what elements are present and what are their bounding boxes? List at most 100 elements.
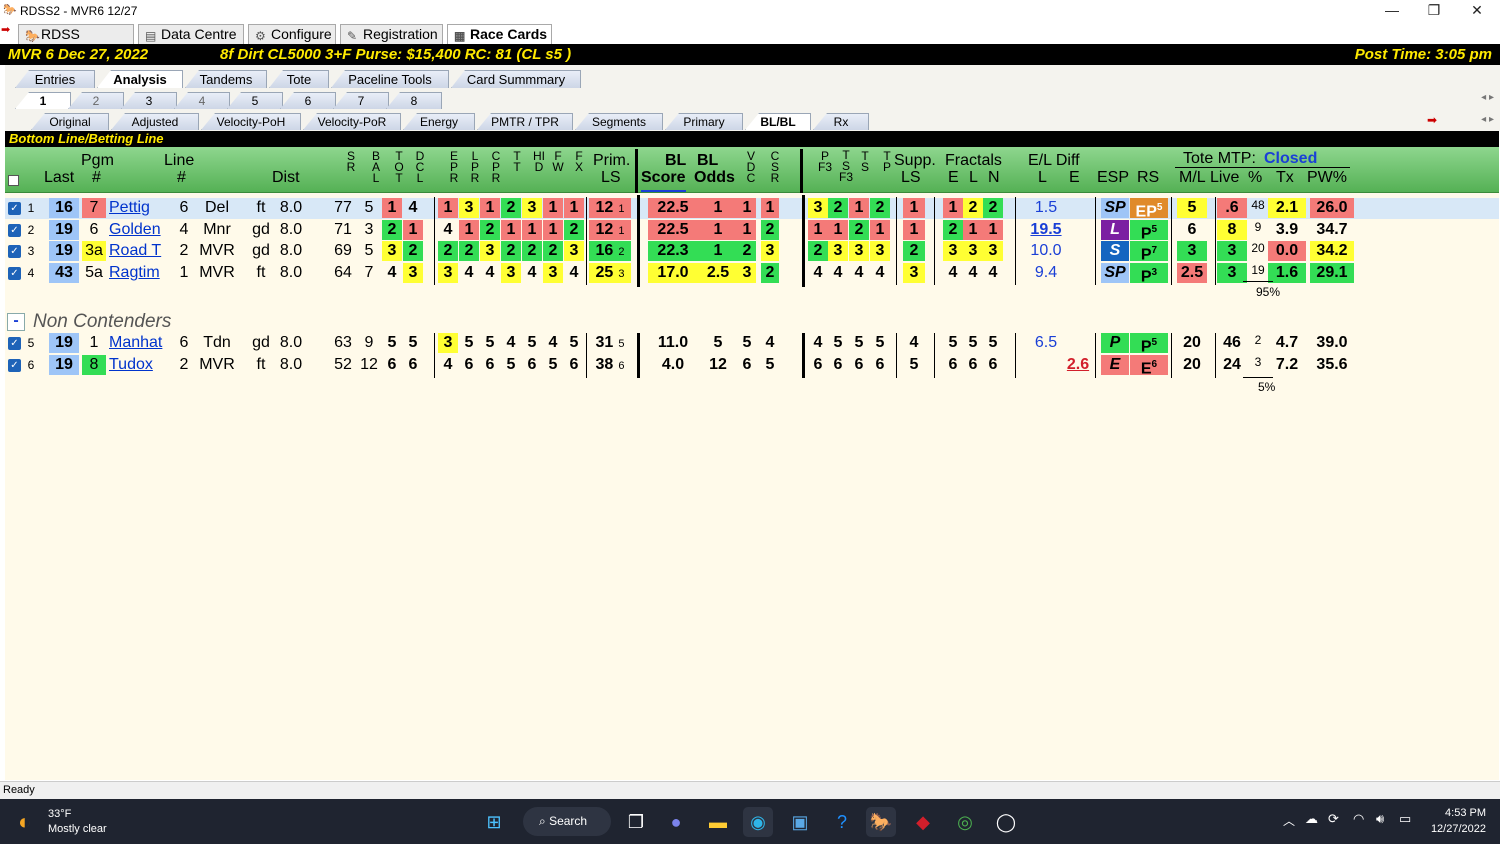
tab-card-summary[interactable]: Card Summmary — [451, 70, 581, 88]
cell-name[interactable]: Pettig — [109, 198, 171, 218]
cell-tp: 2 — [870, 198, 890, 218]
export-icon[interactable]: ➡ — [1427, 113, 1437, 127]
sub-tab-energy[interactable]: Energy — [403, 113, 475, 130]
cell-fe: 4 — [948, 263, 958, 281]
task-view-icon[interactable]: ❐ — [621, 807, 651, 837]
race-tab-8[interactable]: 8 — [386, 92, 442, 109]
scroll-arrows-icon[interactable]: ◂ ▸ — [1481, 114, 1494, 125]
sub-tab-segments[interactable]: Segments — [575, 113, 663, 130]
sub-tab-primary[interactable]: Primary — [665, 113, 743, 130]
table-row[interactable]: ✓ 2 19 6 Golden 4 Mnr gd 8.0 71 3 2 1 4 1 2 1 1 1 2 12 1 22.5 1… — [5, 219, 1499, 242]
chat-icon[interactable]: ● — [661, 807, 691, 837]
start-icon[interactable]: ⊞ — [479, 807, 509, 837]
cell-cpr: 6 — [485, 356, 495, 373]
cloud-icon[interactable]: ☁ — [1305, 811, 1318, 827]
race-tab-6[interactable]: 6 — [280, 92, 336, 109]
select-all-checkbox[interactable] — [8, 175, 19, 186]
cell-name[interactable]: Golden — [109, 220, 171, 240]
wifi-icon[interactable]: ◠ — [1353, 811, 1364, 827]
app-icon-2[interactable]: ◯ — [991, 807, 1021, 837]
horse-name-link[interactable]: Golden — [109, 221, 161, 238]
cell-ell — [1025, 355, 1067, 375]
table-row[interactable]: ✓ 4 43 5a Ragtim 1 MVR ft 8.0 64 7 4 3 3 4 4 3 4 3 4 25 3 17.0… — [5, 262, 1499, 285]
race-tab-1[interactable]: 1 — [15, 92, 71, 109]
minimize-icon[interactable]: — — [1370, 0, 1414, 20]
prim-ls-rank: 3 — [618, 267, 625, 280]
mcafee-icon[interactable]: ◆ — [908, 807, 938, 837]
horse-name-link[interactable]: Manhat — [109, 334, 162, 351]
cell-name[interactable]: Tudox — [109, 355, 171, 375]
row-checkbox[interactable]: ✓ — [8, 223, 21, 237]
cell-name[interactable]: Road T — [109, 241, 171, 261]
race-tab-5[interactable]: 5 — [227, 92, 283, 109]
tab-entries[interactable]: Entries — [15, 70, 95, 88]
cell-pgm: 1 — [89, 334, 99, 351]
horse-name-link[interactable]: Tudox — [109, 356, 153, 373]
cell-tsf3: 3 — [828, 241, 848, 261]
clock-time[interactable]: 4:53 PM — [1430, 807, 1486, 819]
folder-icon[interactable]: ▬ — [703, 807, 733, 837]
cell-name[interactable]: Manhat — [109, 333, 171, 353]
weather-icon[interactable]: ◐ — [18, 809, 31, 835]
tab-configure[interactable]: ⚙ Configure — [248, 24, 336, 44]
cell-cpr: 2 — [480, 219, 500, 240]
horse-name-link[interactable]: Ragtim — [109, 264, 160, 281]
sub-tab-bl-bl[interactable]: BL/BL — [745, 113, 811, 130]
tab-tandems[interactable]: Tandems — [185, 70, 267, 88]
collapse-toggle[interactable]: - — [7, 313, 25, 331]
cell-ts: 2 — [849, 219, 869, 240]
horse-name-link[interactable]: Pettig — [109, 199, 150, 216]
cell-ts: 6 — [854, 356, 864, 373]
horse-name-link[interactable]: Road T — [109, 242, 161, 259]
sub-tab-rx[interactable]: Rx — [813, 113, 869, 130]
cell-name[interactable]: Ragtim — [109, 263, 171, 283]
edge-icon[interactable]: ◉ — [743, 807, 773, 837]
race-tab-2[interactable]: 2 — [68, 92, 124, 109]
clock-date[interactable]: 12/27/2022 — [1420, 823, 1486, 835]
tab-data-centre[interactable]: ▤ Data Centre — [138, 24, 244, 44]
rdss-app-icon[interactable]: 🐎 — [866, 807, 896, 837]
chevron-up-icon[interactable]: ︿ — [1283, 812, 1295, 829]
row-checkbox[interactable]: ✓ — [8, 245, 21, 258]
close-icon[interactable]: ✕ — [1455, 0, 1499, 20]
rs-value: P — [1140, 267, 1152, 285]
maximize-icon[interactable]: ❐ — [1412, 0, 1456, 20]
search-button[interactable]: ⌕ Search — [523, 807, 611, 836]
sub-tab-original[interactable]: Original — [31, 113, 109, 130]
cell-prim: 12 1 — [589, 198, 631, 218]
sync-icon[interactable]: ⟳ — [1328, 811, 1339, 827]
row-checkbox[interactable]: ✓ — [8, 337, 21, 350]
tab-tote[interactable]: Tote — [269, 70, 329, 88]
race-tab-7[interactable]: 7 — [333, 92, 389, 109]
chrome-icon[interactable]: ◎ — [950, 807, 980, 837]
race-tab-4[interactable]: 4 — [174, 92, 230, 109]
sub-tab-velocity-poh[interactable]: Velocity-PoH — [201, 113, 301, 130]
cell-fl: 3 — [963, 241, 983, 261]
store-icon[interactable]: ▣ — [785, 807, 815, 837]
table-row[interactable]: ✓ 1 16 7 Pettig 6 Del ft 8.0 77 5 1 4 1 3 1 2 3 1 1 12 1 22.5 1… — [5, 198, 1499, 220]
sub-tab-adjusted[interactable]: Adjusted — [111, 113, 199, 130]
race-tab-3[interactable]: 3 — [121, 92, 177, 109]
row-checkbox[interactable]: ✓ — [8, 359, 21, 372]
sub-tab-velocity-por[interactable]: Velocity-PoR — [303, 113, 401, 130]
cell-fw: 4 — [548, 334, 558, 351]
battery-icon[interactable]: ▭ — [1399, 811, 1411, 827]
help-icon[interactable]: ? — [827, 807, 857, 837]
sub-tab-pmtr-tpr[interactable]: PMTR / TPR — [477, 113, 573, 130]
table-row[interactable]: ✓ 6 19 8 Tudox 2 MVR ft 8.0 52 12 6 6 4 6 6 5 6 5 6 38 6 4.0 12… — [5, 355, 1499, 377]
table-row[interactable]: ✓ 3 19 3a Road T 2 MVR gd 8.0 69 5 3 2 2 2 3 2 2 2 3 16 2 22.3… — [5, 241, 1499, 263]
volume-icon[interactable]: 🔊︎ — [1376, 811, 1384, 827]
cell-fe: 3 — [943, 241, 963, 261]
table-row[interactable]: ✓ 5 19 1 Manhat 6 Tdn gd 8.0 63 9 5 5 3 5 5 4 5 4 5 31 5 11.0 5… — [5, 333, 1499, 355]
scroll-arrows-icon[interactable]: ◂ ▸ — [1481, 92, 1494, 103]
rs-rank: 5 — [1151, 337, 1158, 348]
header-separator — [635, 149, 638, 193]
row-checkbox[interactable]: ✓ — [8, 202, 21, 215]
row-checkbox[interactable]: ✓ — [8, 266, 21, 280]
tab-rdss-desktop[interactable]: 🐎RDSS Desktop — [18, 24, 134, 61]
tab-registration[interactable]: ✎ Registration — [340, 24, 443, 44]
tab-analysis[interactable]: Analysis — [97, 70, 183, 88]
cell-vdc: 3 — [738, 262, 756, 283]
tab-paceline-tools[interactable]: Paceline Tools — [331, 70, 449, 88]
tab-race-cards[interactable]: ▦ Race Cards — [447, 24, 552, 44]
